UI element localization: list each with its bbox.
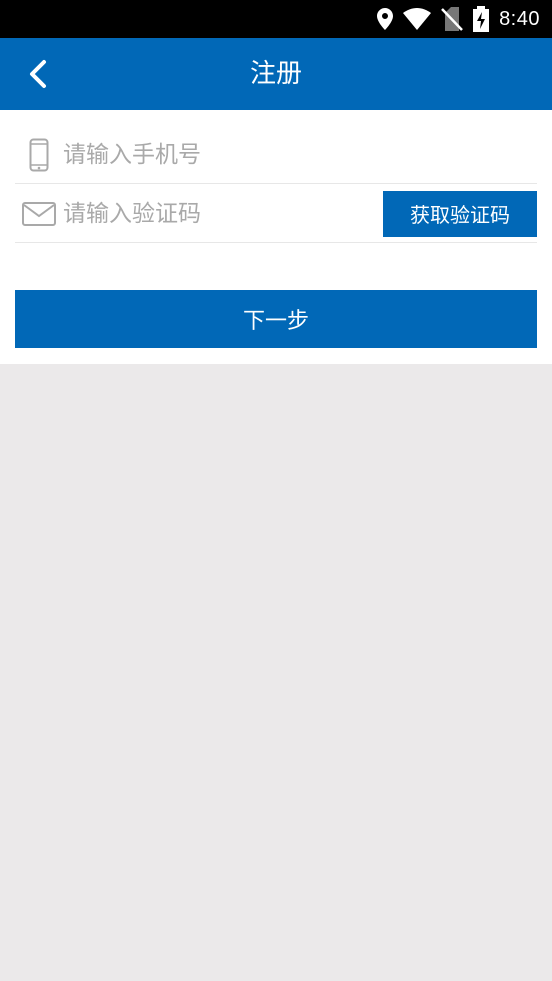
code-row: 获取验证码 bbox=[15, 185, 537, 243]
status-time: 8:40 bbox=[499, 7, 540, 30]
mail-icon bbox=[19, 201, 59, 226]
phone-input[interactable] bbox=[63, 134, 537, 175]
phone-row bbox=[15, 126, 537, 184]
verification-code-input[interactable] bbox=[63, 193, 383, 234]
phone-icon bbox=[19, 138, 59, 172]
wifi-icon bbox=[403, 8, 432, 30]
get-code-button[interactable]: 获取验证码 bbox=[383, 190, 537, 237]
no-sim-icon bbox=[441, 7, 463, 31]
app-bar: 注册 bbox=[0, 38, 552, 110]
page-title: 注册 bbox=[249, 59, 302, 89]
status-bar: 8:40 bbox=[0, 0, 552, 38]
next-step-button[interactable]: 下一步 bbox=[15, 290, 537, 348]
battery-charging-icon bbox=[473, 6, 490, 32]
register-form: 获取验证码 下一步 bbox=[0, 110, 552, 364]
location-icon bbox=[377, 8, 394, 30]
